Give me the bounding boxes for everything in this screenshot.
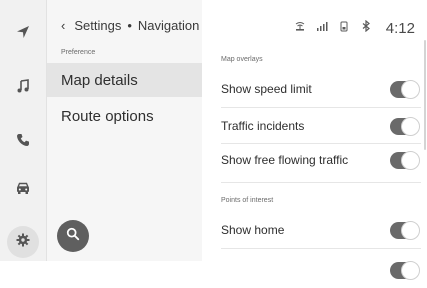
section-divider [221, 182, 421, 183]
phone-icon [15, 132, 31, 153]
partial-row-toggle[interactable] [390, 260, 420, 280]
map-overlays-section-label: Map overlays [221, 56, 263, 63]
menu-item-label: Route options [61, 107, 154, 125]
breadcrumb: ‹ Settings • Navigation [61, 18, 199, 33]
show-speed-limit-toggle[interactable] [390, 79, 420, 99]
setting-label: Traffic incidents [221, 119, 305, 133]
preference-section-label: Preference [61, 49, 96, 56]
map-details-panel: Map overlays Show speed limit Traffic in… [203, 0, 427, 280]
rail-phone-button[interactable] [0, 122, 46, 162]
setting-row-show-home[interactable]: Show home [221, 212, 420, 248]
row-divider [221, 248, 421, 249]
setting-label: Show home [221, 223, 285, 237]
points-of-interest-section-label: Points of interest [221, 197, 274, 204]
gear-icon [15, 232, 31, 253]
setting-label: Show speed limit [221, 82, 312, 96]
music-note-icon [15, 78, 31, 99]
search-button[interactable] [57, 220, 89, 252]
car-icon [15, 180, 31, 201]
breadcrumb-current: Navigation [137, 18, 200, 33]
setting-row-partial[interactable] [221, 252, 420, 288]
show-home-toggle[interactable] [390, 220, 420, 240]
show-free-flowing-traffic-toggle[interactable] [390, 150, 420, 170]
traffic-incidents-toggle[interactable] [390, 116, 420, 136]
app-rail [0, 0, 47, 261]
search-icon [66, 227, 80, 246]
menu-item-route-options[interactable]: Route options [47, 99, 202, 133]
setting-row-show-speed-limit[interactable]: Show speed limit [221, 71, 420, 107]
setting-row-traffic-incidents[interactable]: Traffic incidents [221, 108, 420, 144]
navigation-arrow-icon [15, 24, 31, 45]
menu-item-map-details[interactable]: Map details [47, 63, 202, 97]
scrollbar[interactable] [424, 40, 426, 150]
rail-navigation-button[interactable] [0, 14, 46, 54]
setting-row-show-free-flowing-traffic[interactable]: Show free flowing traffic [221, 142, 420, 178]
back-chevron-icon[interactable]: ‹ [61, 18, 65, 33]
setting-label: Show free flowing traffic [221, 153, 349, 167]
breadcrumb-separator: • [127, 18, 132, 33]
rail-settings-button[interactable] [0, 222, 46, 262]
menu-item-label: Map details [61, 71, 138, 89]
rail-music-button[interactable] [0, 68, 46, 108]
breadcrumb-back-link[interactable]: Settings [74, 18, 121, 33]
rail-vehicle-button[interactable] [0, 170, 46, 210]
